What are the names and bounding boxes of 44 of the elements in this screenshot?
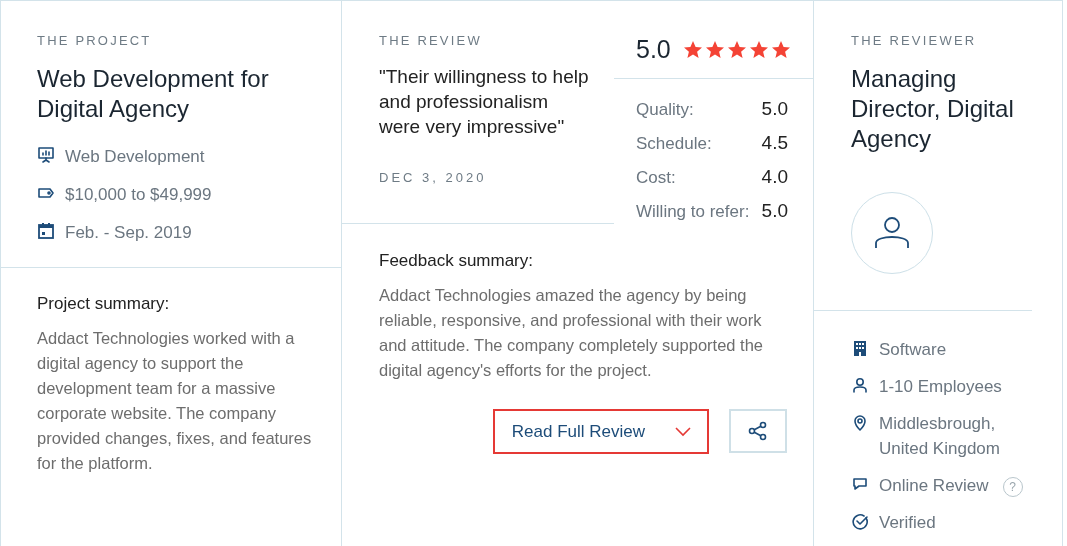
location-pin-icon	[851, 413, 869, 431]
detail-text: Web Development	[65, 146, 205, 168]
star-icon	[726, 39, 747, 60]
rating-value: 4.0	[761, 166, 788, 188]
detail-text: 1-10 Employees	[879, 376, 1002, 398]
share-button[interactable]	[729, 409, 787, 453]
share-icon	[748, 421, 768, 441]
rating-value: 5.0	[761, 98, 788, 120]
rating-label: Willing to refer:	[636, 201, 750, 223]
check-circle-icon	[851, 512, 869, 530]
detail-text: Online Review	[879, 475, 989, 497]
detail-text: Middlesbrough, United Kingdom	[879, 413, 1001, 460]
star-icon	[748, 39, 769, 60]
calendar-icon	[37, 222, 55, 240]
section-label: THE REVIEW	[379, 32, 483, 50]
reviewer-title: Managing Director, Digital Agency	[851, 64, 1015, 154]
detail-text: Verified	[879, 512, 936, 534]
rating-value: 4.5	[761, 132, 788, 154]
review-quote: "Their willingness to help and professionalism were very impressive"	[379, 65, 590, 139]
review-date: DEC 3, 2020	[379, 169, 488, 187]
rating-label: Schedule:	[636, 133, 712, 155]
detail-text: Software	[879, 339, 947, 361]
section-label: THE REVIEWER	[851, 32, 978, 50]
section-label: THE PROJECT	[37, 32, 153, 50]
detail-text: $10,000 to $49,999	[65, 184, 212, 206]
feedback-text: Addact Technologies amazed the agency by being reliable, responsive, and professional with their work and attitude. The company completely supported the digital agency's efforts for the project.	[379, 285, 765, 381]
star-icon	[704, 39, 725, 60]
star-icon	[682, 39, 703, 60]
feedback-heading: Feedback summary:	[379, 250, 534, 272]
detail-text: Feb. - Sep. 2019	[65, 222, 192, 244]
rating-value: 5.0	[761, 200, 788, 222]
summary-text: Addact Technologies worked with a digital agency to support the development team for a massive corporate website. The company provided changes, fixes, and features for the platform.	[37, 328, 313, 474]
speech-bubble-icon	[851, 475, 869, 493]
project-title: Web Development for Digital Agency	[37, 64, 270, 124]
chevron-down-icon	[675, 426, 691, 437]
read-review-button[interactable]: Read Full Review	[492, 409, 709, 454]
presentation-icon	[37, 146, 55, 164]
rating-label: Cost:	[636, 167, 676, 189]
person-icon	[851, 376, 869, 394]
building-icon	[851, 339, 869, 357]
overall-rating: 5.0	[636, 35, 671, 64]
summary-heading: Project summary:	[37, 293, 171, 315]
star-icon	[770, 39, 791, 60]
rating-label: Quality:	[636, 99, 694, 121]
